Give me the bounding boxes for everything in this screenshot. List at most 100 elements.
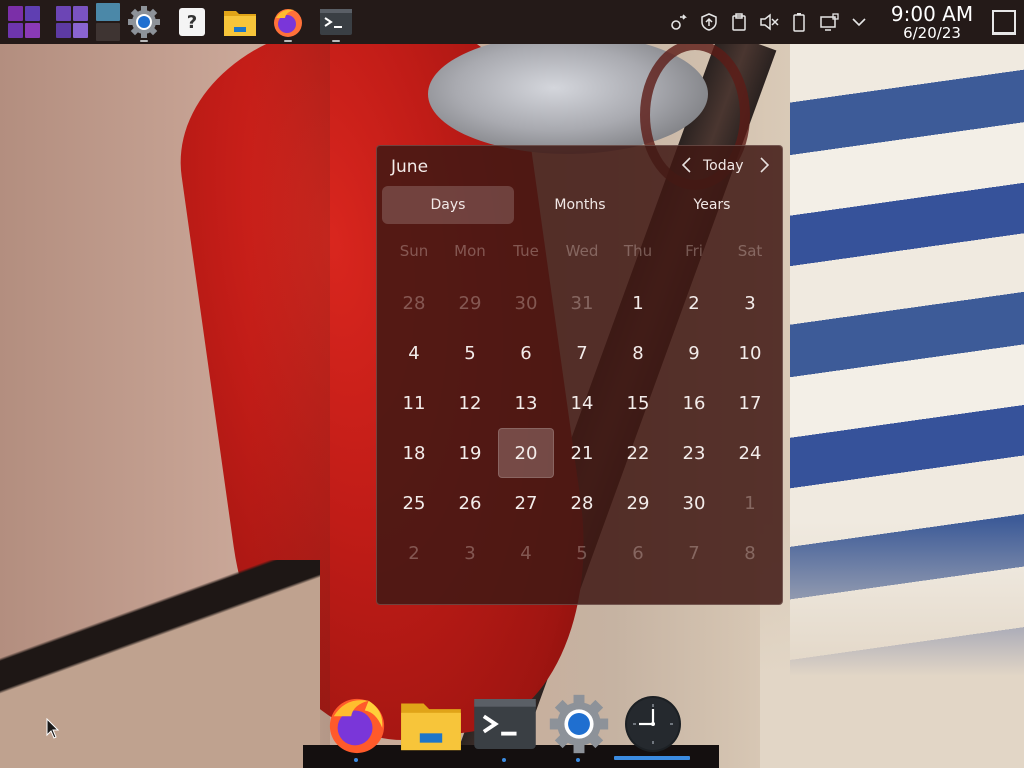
calendar-day[interactable]: 24 [722, 428, 778, 478]
tab-days[interactable]: Days [382, 186, 514, 224]
calendar-day[interactable]: 7 [666, 528, 722, 578]
chevron-left-icon [681, 157, 691, 173]
digital-clock[interactable]: 9:00 AM 6/20/23 [880, 4, 984, 41]
calendar-day[interactable]: 5 [554, 528, 610, 578]
app-grid-icon [8, 6, 40, 38]
expand-tray-button[interactable] [844, 0, 874, 44]
system-settings-launcher[interactable] [120, 0, 168, 44]
activities-button[interactable] [48, 0, 96, 44]
calendar-week-row: 18 19 20 21 22 23 24 [386, 428, 778, 478]
calendar-day[interactable]: 18 [386, 428, 442, 478]
calendar-popup: June Today Days Months Years Sun Mon Tue… [376, 145, 783, 605]
calendar-day[interactable]: 4 [498, 528, 554, 578]
system-tray: 9:00 AM 6/20/23 [664, 0, 1024, 44]
calendar-day[interactable]: 27 [498, 478, 554, 528]
firefox-icon [329, 698, 385, 754]
network-button[interactable] [814, 0, 844, 44]
running-indicator [284, 40, 292, 42]
calendar-week-row: 28 29 30 31 1 2 3 [386, 278, 778, 328]
terminal-icon [320, 9, 352, 35]
file-manager-icon [401, 703, 461, 751]
calendar-day[interactable]: 30 [498, 278, 554, 328]
dock-file-manager[interactable] [394, 690, 468, 758]
calendar-day[interactable]: 15 [610, 378, 666, 428]
calendar-day[interactable]: 22 [610, 428, 666, 478]
running-indicator [502, 758, 506, 762]
calendar-day-selected[interactable]: 20 [498, 428, 554, 478]
calendar-day[interactable]: 25 [386, 478, 442, 528]
calendar-day[interactable]: 1 [722, 478, 778, 528]
update-notifier-button[interactable] [694, 0, 724, 44]
calendar-day[interactable]: 3 [442, 528, 498, 578]
calendar-day[interactable]: 29 [610, 478, 666, 528]
kde-connect-icon [671, 14, 687, 30]
calendar-day[interactable]: 28 [554, 478, 610, 528]
calendar-day[interactable]: 26 [442, 478, 498, 528]
calendar-day[interactable]: 1 [610, 278, 666, 328]
calendar-day[interactable]: 6 [610, 528, 666, 578]
clipboard-button[interactable] [724, 0, 754, 44]
virtual-desktop-pager[interactable] [96, 0, 120, 44]
active-indicator [614, 756, 690, 760]
calendar-day[interactable]: 19 [442, 428, 498, 478]
clock-time: 9:00 AM [890, 1, 974, 26]
tab-months[interactable]: Months [514, 186, 646, 224]
calendar-day[interactable]: 31 [554, 278, 610, 328]
battery-button[interactable] [784, 0, 814, 44]
calendar-day[interactable]: 10 [722, 328, 778, 378]
weekday-label: Fri [685, 242, 703, 260]
calendar-day[interactable]: 4 [386, 328, 442, 378]
calendar-month-label[interactable]: June [391, 157, 428, 177]
calendar-day[interactable]: 2 [386, 528, 442, 578]
calendar-day[interactable]: 14 [554, 378, 610, 428]
running-indicator [332, 40, 340, 42]
calendar-day[interactable]: 21 [554, 428, 610, 478]
calendar-day[interactable]: 2 [666, 278, 722, 328]
calendar-day[interactable]: 13 [498, 378, 554, 428]
calendar-day[interactable]: 8 [722, 528, 778, 578]
help-icon: ? [179, 8, 205, 36]
today-button[interactable]: Today [703, 158, 744, 174]
mouse-pointer-icon [46, 718, 60, 739]
show-desktop-button[interactable] [984, 0, 1024, 44]
calendar-week-row: 25 26 27 28 29 30 1 [386, 478, 778, 528]
expand-tray-icon [852, 18, 866, 27]
dock-firefox[interactable] [320, 690, 394, 762]
calendar-day[interactable]: 8 [610, 328, 666, 378]
calendar-day[interactable]: 23 [666, 428, 722, 478]
calendar-day[interactable]: 9 [666, 328, 722, 378]
help-launcher[interactable]: ? [168, 0, 216, 44]
calendar-day[interactable]: 29 [442, 278, 498, 328]
clipboard-icon [732, 13, 746, 31]
firefox-launcher[interactable] [264, 0, 312, 44]
volume-button[interactable] [754, 0, 784, 44]
dock [320, 690, 700, 762]
calendar-day[interactable]: 30 [666, 478, 722, 528]
file-manager-launcher[interactable] [216, 0, 264, 44]
system-settings-icon [128, 6, 160, 38]
calendar-day[interactable]: 28 [386, 278, 442, 328]
calendar-day[interactable]: 17 [722, 378, 778, 428]
dock-system-settings[interactable] [542, 690, 616, 762]
wallpaper-floor-shade [760, 520, 1024, 768]
kde-connect-button[interactable] [664, 0, 694, 44]
calendar-day[interactable]: 3 [722, 278, 778, 328]
top-panel: ? 9:00 AM 6/20/23 [0, 0, 1024, 44]
activities-icon [56, 6, 88, 38]
calendar-day[interactable]: 7 [554, 328, 610, 378]
dock-clock[interactable] [614, 690, 690, 760]
next-month-button[interactable] [753, 154, 775, 178]
calendar-day[interactable]: 16 [666, 378, 722, 428]
dock-terminal[interactable] [468, 690, 542, 762]
terminal-launcher[interactable] [312, 0, 360, 44]
tab-years[interactable]: Years [646, 186, 778, 224]
app-grid-button[interactable] [0, 0, 48, 44]
calendar-day[interactable]: 12 [442, 378, 498, 428]
firefox-icon [274, 9, 302, 37]
calendar-week-row: 11 12 13 14 15 16 17 [386, 378, 778, 428]
calendar-day[interactable]: 5 [442, 328, 498, 378]
clock-icon [625, 696, 681, 752]
calendar-day[interactable]: 11 [386, 378, 442, 428]
calendar-day[interactable]: 6 [498, 328, 554, 378]
previous-month-button[interactable] [676, 154, 698, 178]
